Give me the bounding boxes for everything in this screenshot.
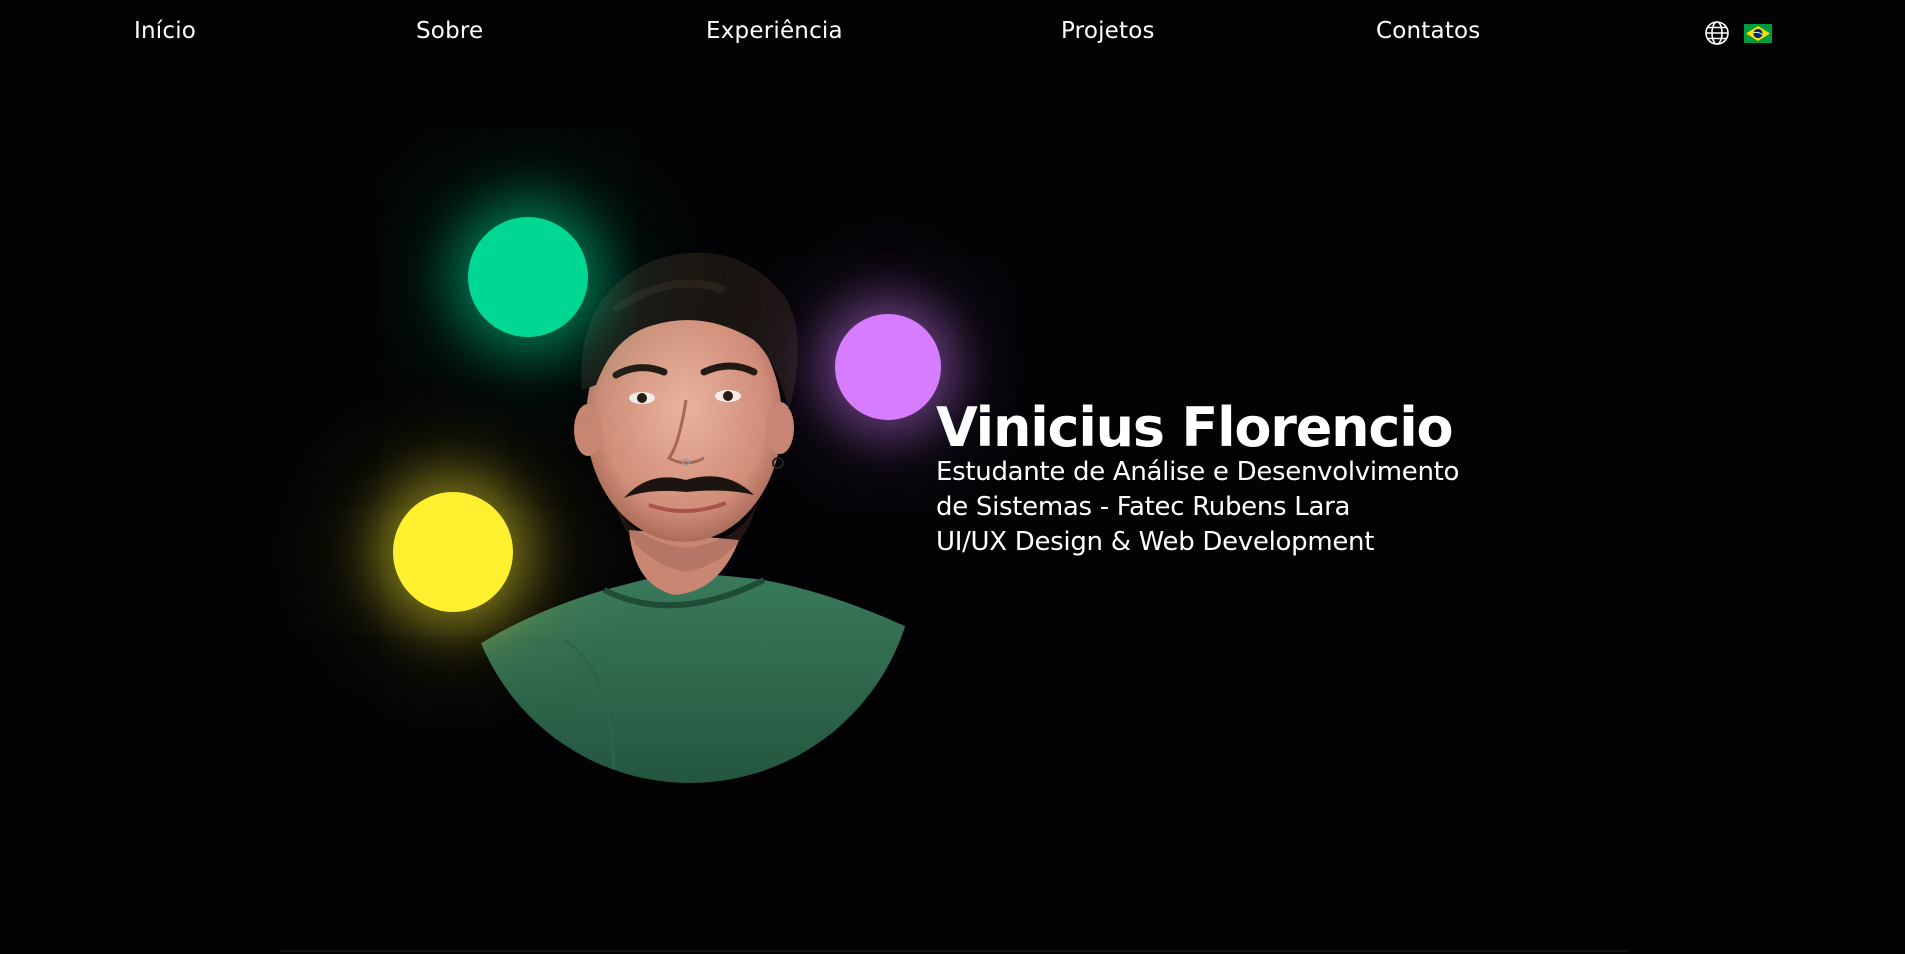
hero-subtitle-line-1: Estudante de Análise e Desenvolvimento — [936, 457, 1460, 487]
nav-link-inicio[interactable]: Início — [134, 18, 196, 44]
brazil-flag-icon[interactable] — [1744, 24, 1772, 43]
top-navigation: Início Sobre Experiência Projetos Contat… — [0, 0, 1905, 68]
nav-link-experiencia[interactable]: Experiência — [706, 18, 843, 44]
hero-subtitle-line-2: de Sistemas - Fatec Rubens Lara — [936, 492, 1351, 522]
purple-glow-orb — [835, 314, 941, 420]
section-divider — [280, 950, 1628, 952]
nav-link-contatos[interactable]: Contatos — [1376, 18, 1481, 44]
nav-link-projetos[interactable]: Projetos — [1061, 18, 1155, 44]
hero-subtitle-line-3: UI/UX Design & Web Development — [936, 527, 1375, 557]
globe-icon[interactable] — [1704, 20, 1730, 46]
yellow-glow-orb — [393, 492, 513, 612]
green-glow-orb — [468, 217, 588, 337]
portfolio-page: Início Sobre Experiência Projetos Contat… — [0, 0, 1905, 954]
hero-name-title: Vinicius Florencio — [936, 396, 1454, 459]
nav-link-sobre[interactable]: Sobre — [416, 18, 483, 44]
